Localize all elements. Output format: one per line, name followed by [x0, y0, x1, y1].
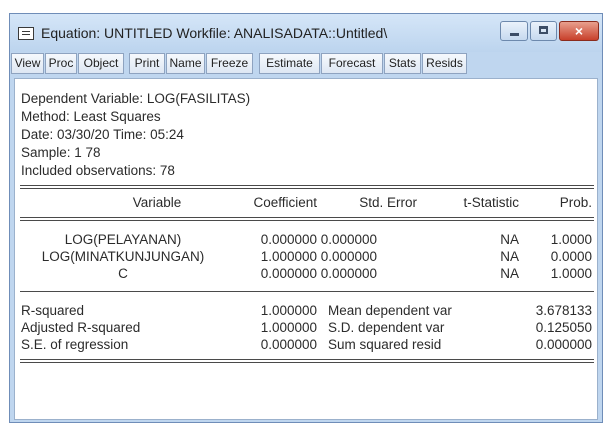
row-t-statistic: NA — [500, 249, 519, 264]
freeze-button[interactable]: Freeze — [206, 53, 253, 74]
row-variable: LOG(PELAYANAN) — [64, 232, 182, 247]
table-top-rule — [20, 188, 594, 189]
table-bottom-rule — [20, 362, 594, 363]
close-icon: × — [574, 23, 584, 39]
table-top-rule — [20, 185, 594, 186]
table-bottom-rule — [20, 359, 594, 360]
stat-label: S.E. of regression — [21, 337, 129, 352]
row-std-error: 0.000000 — [320, 232, 377, 247]
column-header-std-error: Std. Error — [359, 195, 417, 210]
stat-label-2: Mean dependent var — [328, 303, 452, 318]
equation-window-icon[interactable] — [18, 27, 34, 40]
resids-button[interactable]: Resids — [422, 53, 467, 74]
forecast-button[interactable]: Forecast — [321, 53, 383, 74]
row-prob: 1.0000 — [550, 232, 592, 247]
date-time-line: Date: 03/30/20 Time: 05:24 — [21, 127, 184, 142]
column-header-variable: Variable — [132, 195, 182, 210]
stat-label: R-squared — [21, 303, 85, 318]
regression-output[interactable]: Dependent Variable: LOG(FASILITAS) Metho… — [14, 78, 598, 420]
minimize-icon — [510, 33, 519, 36]
observations-line: Included observations: 78 — [21, 163, 175, 178]
column-header-t-statistic: t-Statistic — [463, 195, 519, 210]
row-variable: LOG(MINATKUNJUNGAN) — [41, 249, 205, 264]
maximize-button[interactable] — [530, 21, 557, 41]
header-rule — [20, 217, 594, 218]
stat-label-2: S.D. dependent var — [328, 320, 445, 335]
stat-value: 1.000000 — [260, 320, 317, 335]
row-std-error: 0.000000 — [320, 249, 377, 264]
row-t-statistic: NA — [500, 232, 519, 247]
stat-value: 1.000000 — [260, 303, 317, 318]
print-button[interactable]: Print — [129, 53, 165, 74]
row-std-error: 0.000000 — [320, 266, 377, 281]
stat-label-2: Sum squared resid — [328, 337, 442, 352]
row-prob: 1.0000 — [550, 266, 592, 281]
equation-window: Equation: UNTITLED Workfile: ANALISADATA… — [9, 13, 603, 423]
stat-value-2: 0.125050 — [535, 320, 592, 335]
stats-button[interactable]: Stats — [384, 53, 421, 74]
header-rule — [20, 220, 594, 221]
column-header-coefficient: Coefficient — [253, 195, 317, 210]
stat-label: Adjusted R-squared — [21, 320, 141, 335]
stat-value-2: 0.000000 — [535, 337, 592, 352]
column-header-prob: Prob. — [559, 195, 592, 210]
stat-value-2: 3.678133 — [535, 303, 592, 318]
dependent-variable-line: Dependent Variable: LOG(FASILITAS) — [21, 91, 251, 106]
stat-value: 0.000000 — [260, 337, 317, 352]
sample-line: Sample: 1 78 — [21, 145, 101, 160]
name-button[interactable]: Name — [166, 53, 205, 74]
view-button[interactable]: View — [11, 53, 44, 74]
object-button[interactable]: Object — [78, 53, 124, 74]
proc-button[interactable]: Proc — [45, 53, 77, 74]
minimize-button[interactable] — [500, 21, 528, 41]
toolbar: View Proc Object Print Name Freeze Estim… — [10, 52, 602, 76]
method-line: Method: Least Squares — [21, 109, 161, 124]
window-title: Equation: UNTITLED Workfile: ANALISADATA… — [41, 25, 388, 41]
estimate-button[interactable]: Estimate — [259, 53, 320, 74]
maximize-icon — [539, 26, 548, 34]
row-prob: 0.0000 — [550, 249, 592, 264]
row-t-statistic: NA — [500, 266, 519, 281]
row-variable: C — [118, 266, 128, 281]
title-bar[interactable]: Equation: UNTITLED Workfile: ANALISADATA… — [10, 14, 602, 52]
stats-rule — [20, 291, 594, 292]
close-button[interactable]: × — [559, 21, 599, 41]
